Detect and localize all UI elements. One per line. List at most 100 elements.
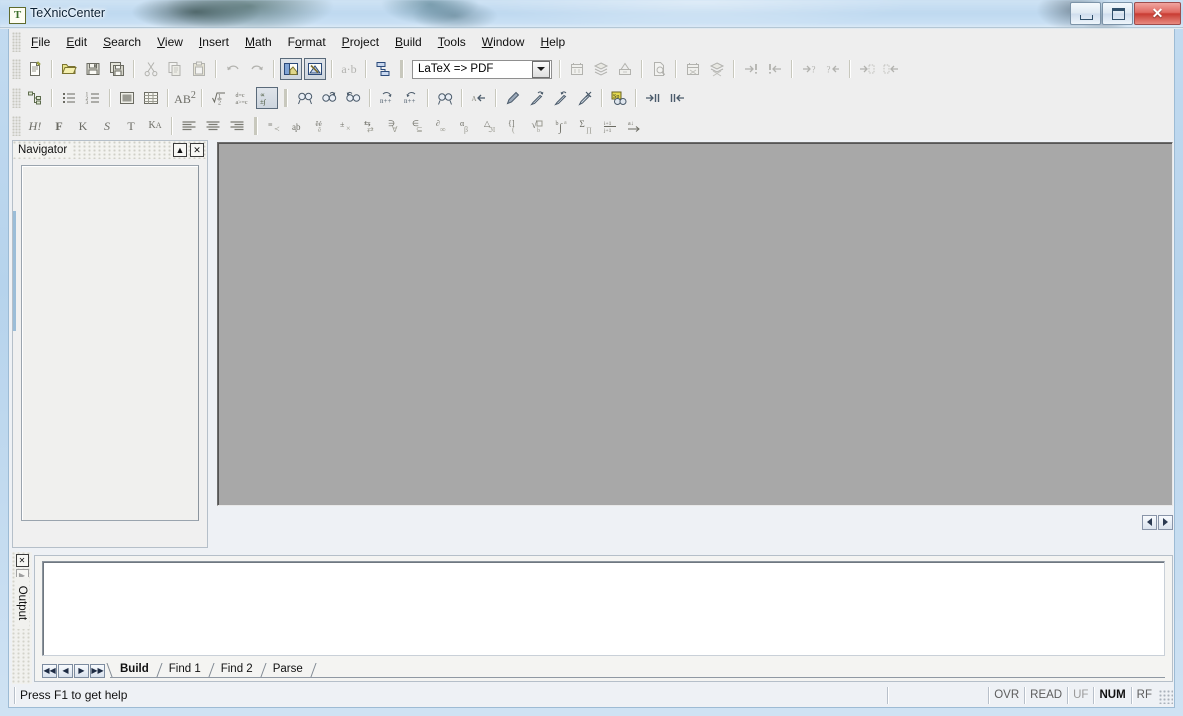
- goto-previous-match-button[interactable]: [666, 87, 688, 109]
- symbol-accents-button[interactable]: a̧b: [288, 115, 310, 137]
- clean-output-button[interactable]: [614, 58, 636, 80]
- goto-next-match-button[interactable]: [642, 87, 664, 109]
- build-current-file-button[interactable]: [566, 58, 588, 80]
- stop-build-button[interactable]: [682, 58, 704, 80]
- symbol-arrows-button[interactable]: ⇆ ⇄: [360, 115, 382, 137]
- symbol-sets-button[interactable]: ∈ ⊆: [408, 115, 430, 137]
- navigator-autohide-button[interactable]: ▲: [173, 143, 187, 157]
- increment-search-backward-button[interactable]: n++: [400, 87, 422, 109]
- tab-next-button[interactable]: ▶: [74, 664, 89, 678]
- symbol-matrices-button[interactable]: i+1 j+1: [600, 115, 622, 137]
- build-output-button[interactable]: [590, 58, 612, 80]
- view-output-button[interactable]: [648, 58, 670, 80]
- document-structure-button[interactable]: [24, 87, 46, 109]
- symbol-calculus-button[interactable]: ∂ ∞: [432, 115, 454, 137]
- menu-item-search[interactable]: Search: [95, 32, 149, 52]
- menu-item-file[interactable]: File: [23, 32, 58, 52]
- save-all-documents-button[interactable]: [106, 58, 128, 80]
- text-superscript-button[interactable]: AB2: [174, 87, 196, 109]
- align-center-button[interactable]: [202, 115, 224, 137]
- symbol-logic-button[interactable]: ∋ ∀: [384, 115, 406, 137]
- symbol-relations-button[interactable]: ≡ ≺: [264, 115, 286, 137]
- toggle-navigator-button[interactable]: [280, 58, 302, 80]
- symbol-delimiters-button[interactable]: {](: [504, 115, 526, 137]
- navigator-tree[interactable]: [21, 165, 199, 521]
- find-in-files-button[interactable]: [434, 87, 456, 109]
- heading-style-button[interactable]: H!: [24, 115, 46, 137]
- navigator-close-button[interactable]: ✕: [190, 143, 204, 157]
- enumerate-list-button[interactable]: 1 2 3: [82, 87, 104, 109]
- next-warning-button[interactable]: ?: [798, 58, 820, 80]
- cut-button[interactable]: [140, 58, 162, 80]
- tab-last-button[interactable]: ▶▶: [90, 664, 105, 678]
- undo-button[interactable]: [222, 58, 244, 80]
- manage-projects-button[interactable]: [372, 58, 394, 80]
- maximize-button[interactable]: [1102, 2, 1133, 25]
- tab-find-2[interactable]: Find 2: [211, 662, 267, 677]
- menu-item-window[interactable]: Window: [474, 32, 533, 52]
- tab-find-1[interactable]: Find 1: [159, 662, 215, 677]
- menu-item-build[interactable]: Build: [387, 32, 430, 52]
- symbol-misc-button[interactable]: △ ℑI: [480, 115, 502, 137]
- tab-previous-button[interactable]: ◀: [58, 664, 73, 678]
- output-text-area[interactable]: [42, 561, 1165, 656]
- typewriter-style-button[interactable]: T: [120, 115, 142, 137]
- next-error-button[interactable]: [740, 58, 762, 80]
- previous-bad-box-button[interactable]: [880, 58, 902, 80]
- align-right-button[interactable]: [226, 115, 248, 137]
- insert-table-button[interactable]: [140, 87, 162, 109]
- symbol-operators-button[interactable]: ± ×: [336, 115, 358, 137]
- save-document-button[interactable]: [82, 58, 104, 80]
- increment-search-forward-button[interactable]: n++: [376, 87, 398, 109]
- resize-grip[interactable]: [1159, 690, 1173, 704]
- bold-style-button[interactable]: F: [48, 115, 70, 137]
- smallcaps-style-button[interactable]: KA: [144, 115, 166, 137]
- bookmark-next-button[interactable]: [526, 87, 548, 109]
- tab-build[interactable]: Build: [106, 662, 163, 677]
- menu-item-tools[interactable]: Tools: [430, 32, 474, 52]
- previous-error-button[interactable]: [764, 58, 786, 80]
- tab-first-button[interactable]: ◀◀: [42, 664, 57, 678]
- menu-item-view[interactable]: View: [149, 32, 191, 52]
- menu-item-insert[interactable]: Insert: [191, 32, 237, 52]
- toolbar-format-gripper[interactable]: [12, 116, 21, 136]
- chevron-down-icon[interactable]: [532, 60, 550, 78]
- bookmark-previous-button[interactable]: [550, 87, 572, 109]
- find-button[interactable]: [294, 87, 316, 109]
- itemize-list-button[interactable]: [58, 87, 80, 109]
- redo-button[interactable]: [246, 58, 268, 80]
- build-profile-combo[interactable]: LaTeX => PDF: [412, 59, 552, 79]
- scroll-left-button[interactable]: [1142, 514, 1157, 530]
- symbol-greek-button[interactable]: αβ: [456, 115, 478, 137]
- symbol-integrals-button[interactable]: b ∫ a: [552, 115, 574, 137]
- previous-warning-button[interactable]: ?: [822, 58, 844, 80]
- menu-item-project[interactable]: Project: [334, 32, 387, 52]
- editor-client-area[interactable]: [217, 142, 1173, 506]
- symbol-roots-button[interactable]: √ b: [528, 115, 550, 137]
- find-next-button[interactable]: [318, 87, 340, 109]
- close-button[interactable]: ✕: [1134, 2, 1181, 25]
- open-document-button[interactable]: [58, 58, 80, 80]
- symbol-sums-button[interactable]: Σ ∏: [576, 115, 598, 137]
- insert-figure-button[interactable]: [116, 87, 138, 109]
- bookmark-toggle-button[interactable]: [502, 87, 524, 109]
- toolbar-standard-gripper[interactable]: [12, 59, 21, 79]
- slanted-style-button[interactable]: S: [96, 115, 118, 137]
- spell-check-button[interactable]: Sp: [608, 87, 630, 109]
- bookmark-clear-all-button[interactable]: [574, 87, 596, 109]
- toggle-whitespace-button[interactable]: a·b: [338, 58, 360, 80]
- menu-item-format[interactable]: Format: [280, 32, 334, 52]
- toggle-output-button[interactable]: [304, 58, 326, 80]
- next-bad-box-button[interactable]: [856, 58, 878, 80]
- minimize-button[interactable]: [1070, 2, 1101, 25]
- new-document-button[interactable]: [24, 58, 46, 80]
- symbol-diacritics-button[interactable]: ĕé ê: [312, 115, 334, 137]
- insert-fraction-button[interactable]: 1 2: [208, 87, 230, 109]
- goto-line-button[interactable]: A: [468, 87, 490, 109]
- insert-equation-button[interactable]: d=c a>=c: [232, 87, 254, 109]
- italic-style-button[interactable]: K: [72, 115, 94, 137]
- find-previous-button[interactable]: [342, 87, 364, 109]
- toolbar-latex-gripper[interactable]: [12, 88, 21, 108]
- copy-button[interactable]: [164, 58, 186, 80]
- menu-item-edit[interactable]: Edit: [58, 32, 95, 52]
